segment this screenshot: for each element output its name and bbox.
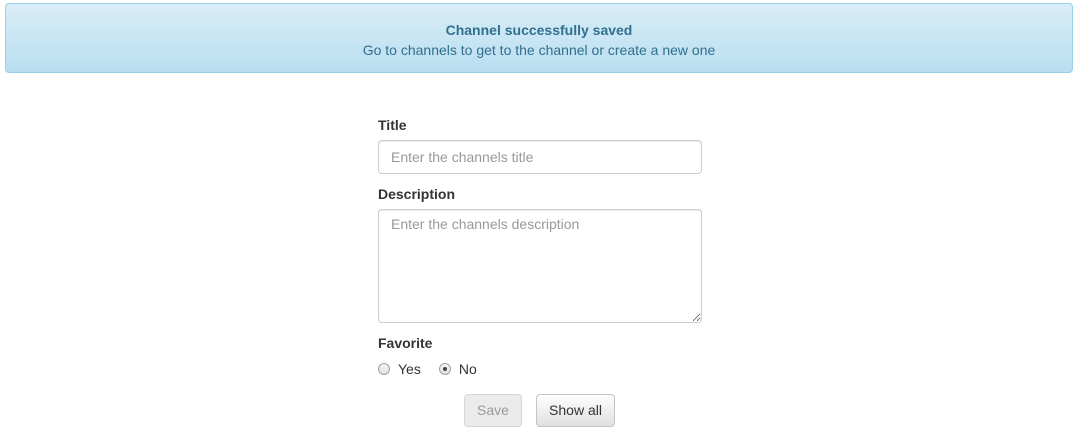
show-all-button[interactable]: Show all — [536, 394, 615, 427]
favorite-yes-label[interactable]: Yes — [398, 360, 421, 378]
favorite-radio-group: Yes No — [378, 360, 495, 378]
favorite-no-radio[interactable] — [438, 363, 451, 375]
title-input[interactable] — [378, 140, 702, 174]
favorite-yes-radio[interactable] — [378, 363, 390, 375]
success-alert: Channel successfully saved Go to channel… — [5, 3, 1073, 73]
alert-message: Go to channels to get to the channel or … — [362, 42, 716, 58]
favorite-label: Favorite — [378, 335, 433, 351]
description-textarea[interactable] — [378, 209, 702, 323]
title-label: Title — [378, 117, 407, 133]
description-label: Description — [378, 186, 456, 202]
favorite-no-label[interactable]: No — [459, 360, 477, 378]
save-button[interactable]: Save — [464, 394, 522, 427]
alert-title: Channel successfully saved — [445, 22, 633, 38]
